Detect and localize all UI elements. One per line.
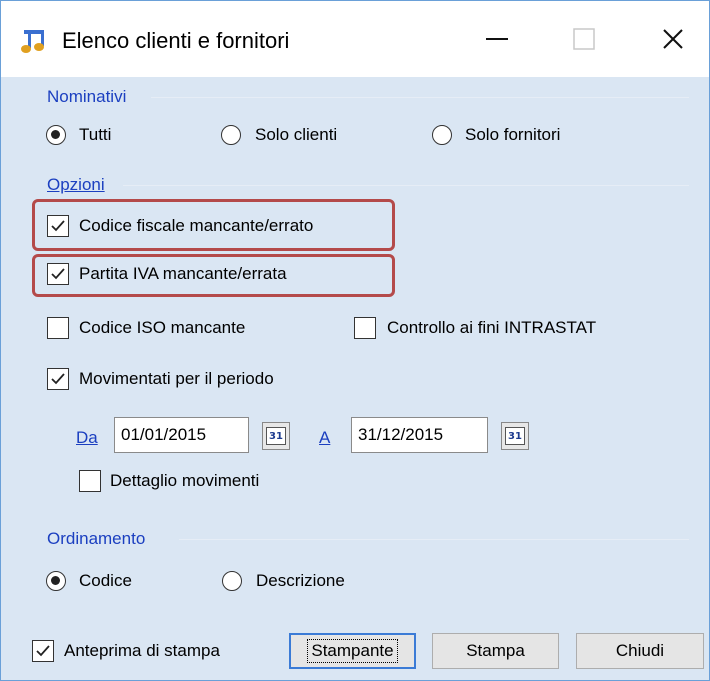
close-icon [663, 29, 683, 49]
stampa-button[interactable]: Stampa [432, 633, 559, 669]
minimize-button[interactable] [467, 19, 527, 59]
group-label-ordinamento: Ordinamento [47, 529, 146, 548]
radio-tutti[interactable] [46, 125, 66, 145]
checkbox-codice-fiscale[interactable] [47, 215, 69, 237]
da-label: Da [76, 428, 98, 447]
checkmark-icon [51, 373, 65, 385]
checkbox-movimentati[interactable] [47, 368, 69, 390]
group-label-nominativi: Nominativi [47, 87, 127, 106]
calendar-icon: 31 [505, 427, 525, 445]
checkbox-intrastat[interactable] [354, 317, 376, 339]
checkbox-label-codice-iso: Codice ISO mancante [79, 318, 246, 337]
checkbox-partita-iva[interactable] [47, 263, 69, 285]
checkbox-anteprima[interactable] [32, 640, 54, 662]
radio-solo-clienti[interactable] [221, 125, 241, 145]
radio-solo-fornitori[interactable] [432, 125, 452, 145]
checkbox-label-anteprima: Anteprima di stampa [64, 641, 220, 660]
date-from-input[interactable]: 01/01/2015 [114, 417, 249, 453]
checkbox-label-dettaglio: Dettaglio movimenti [110, 471, 260, 490]
radio-label-solo-clienti: Solo clienti [255, 125, 338, 144]
checkbox-label-movimentati: Movimentati per il periodo [79, 369, 274, 388]
group-divider [151, 97, 689, 98]
close-button[interactable] [643, 19, 703, 59]
chiudi-button[interactable]: Chiudi [576, 633, 704, 669]
checkbox-label-partita-iva: Partita IVA mancante/errata [79, 264, 287, 283]
checkbox-label-codice-fiscale: Codice fiscale mancante/errato [79, 216, 314, 235]
calendar-icon: 31 [266, 427, 286, 445]
music-note-icon [19, 28, 49, 54]
checkmark-icon [51, 220, 65, 232]
title-bar[interactable]: Elenco clienti e fornitori [1, 1, 709, 77]
stampante-button-label: Stampante [307, 639, 398, 663]
calendar-from-button[interactable]: 31 [262, 422, 290, 450]
stampante-button[interactable]: Stampante [289, 633, 416, 669]
maximize-button[interactable] [554, 19, 614, 59]
radio-descrizione[interactable] [222, 571, 242, 591]
radio-label-descrizione: Descrizione [256, 571, 345, 590]
radio-label-tutti: Tutti [79, 125, 112, 144]
group-label-opzioni: Opzioni [47, 175, 105, 194]
radio-codice[interactable] [46, 571, 66, 591]
dialog-window: Elenco clienti e fornitori Nominativi Tu… [0, 0, 710, 681]
checkbox-label-intrastat: Controllo ai fini INTRASTAT [387, 318, 597, 337]
calendar-to-button[interactable]: 31 [501, 422, 529, 450]
radio-label-solo-fornitori: Solo fornitori [465, 125, 561, 144]
window-title: Elenco clienti e fornitori [62, 28, 290, 53]
date-to-input[interactable]: 31/12/2015 [351, 417, 488, 453]
checkmark-icon [51, 268, 65, 280]
checkmark-icon [36, 645, 50, 657]
radio-label-codice: Codice [79, 571, 132, 590]
group-divider [179, 539, 689, 540]
checkbox-dettaglio[interactable] [79, 470, 101, 492]
group-divider [123, 185, 689, 186]
checkbox-codice-iso[interactable] [47, 317, 69, 339]
a-label: A [319, 428, 331, 447]
